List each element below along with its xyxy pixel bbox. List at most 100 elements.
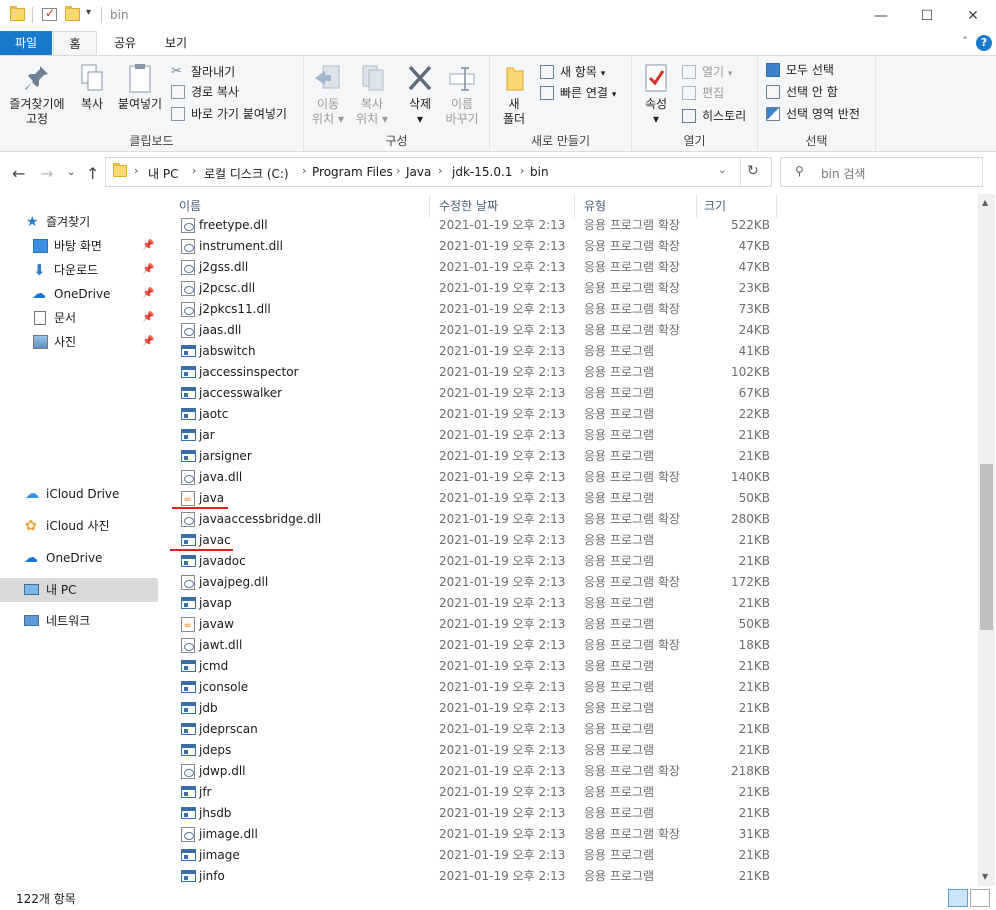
file-row[interactable]: j2gss.dll 2021-01-19 오후 2:13 응용 프로그램 확장 47K… xyxy=(170,257,970,278)
paste-shortcut-button[interactable]: 바로 가기 붙여넣기 xyxy=(171,104,287,124)
file-row[interactable]: jconsole 2021-01-19 오후 2:13 응용 프로그램 21KB xyxy=(170,677,970,698)
nav-onedrive[interactable]: ☁ OneDrive xyxy=(0,546,158,570)
pin-icon[interactable]: 📌 xyxy=(142,330,154,354)
move-to-button[interactable]: 이동 위치 ▾ xyxy=(308,62,348,127)
properties-button[interactable]: 속성 ▾ xyxy=(638,62,674,127)
rename-button[interactable]: 이름 바꾸기 xyxy=(442,62,482,127)
nav-downloads[interactable]: ⬇ 다운로드 📌 xyxy=(0,258,158,282)
file-row[interactable]: java.dll 2021-01-19 오후 2:13 응용 프로그램 확장 140K… xyxy=(170,467,970,488)
breadcrumb-local-disk[interactable]: 로컬 디스크 (C:) xyxy=(204,165,289,182)
close-button[interactable]: ✕ xyxy=(950,0,996,31)
file-row[interactable]: jhsdb 2021-01-19 오후 2:13 응용 프로그램 21KB xyxy=(170,803,970,824)
chevron-right-icon[interactable]: › xyxy=(520,164,524,177)
paste-button[interactable]: 붙여넣기 xyxy=(112,62,168,112)
nav-onedrive-pinned[interactable]: ☁ OneDrive 📌 xyxy=(0,282,158,306)
file-row[interactable]: instrument.dll 2021-01-19 오후 2:13 응용 프로그램 … xyxy=(170,236,970,257)
tab-file[interactable]: 파일 xyxy=(0,31,52,55)
new-item-button[interactable]: 새 항목 ▾ xyxy=(540,62,605,82)
tab-home[interactable]: 홈 xyxy=(53,31,97,56)
file-row[interactable]: javac 2021-01-19 오후 2:13 응용 프로그램 21KB xyxy=(170,530,970,551)
help-button[interactable]: ? xyxy=(976,35,992,51)
file-row[interactable]: jinfo 2021-01-19 오후 2:13 응용 프로그램 21KB xyxy=(170,866,970,886)
invert-selection-button[interactable]: 선택 영역 반전 xyxy=(766,104,860,124)
breadcrumb-this-pc[interactable]: 내 PC xyxy=(148,165,178,182)
forward-arrow-icon[interactable]: → xyxy=(40,164,53,183)
file-row[interactable]: j2pkcs11.dll 2021-01-19 오후 2:13 응용 프로그램 확장… xyxy=(170,299,970,320)
copy-path-button[interactable]: 경로 복사 xyxy=(171,82,239,102)
pin-icon[interactable]: 📌 xyxy=(142,282,154,306)
file-row[interactable]: java 2021-01-19 오후 2:13 응용 프로그램 50KB xyxy=(170,488,970,509)
easy-access-button[interactable]: 빠른 연결 ▾ xyxy=(540,83,616,103)
select-all-button[interactable]: 모두 선택 xyxy=(766,60,834,80)
file-row[interactable]: javaw 2021-01-19 오후 2:13 응용 프로그램 50KB xyxy=(170,614,970,635)
pin-to-quick-access-button[interactable]: 즐겨찾기에 고정 xyxy=(6,62,68,127)
breadcrumb-java[interactable]: Java xyxy=(406,165,431,179)
file-row[interactable]: jar 2021-01-19 오후 2:13 응용 프로그램 21KB xyxy=(170,425,970,446)
file-row[interactable]: javap 2021-01-19 오후 2:13 응용 프로그램 21KB xyxy=(170,593,970,614)
address-dropdown-icon[interactable]: ⌄ xyxy=(718,165,726,176)
refresh-icon[interactable]: ↻ xyxy=(747,163,759,179)
search-box[interactable]: ⚲ bin 검색 xyxy=(780,157,983,187)
file-row[interactable]: jaccesswalker 2021-01-19 오후 2:13 응용 프로그램 67… xyxy=(170,383,970,404)
up-arrow-icon[interactable]: ↑ xyxy=(86,164,99,183)
pin-icon[interactable]: 📌 xyxy=(142,258,154,282)
file-row[interactable]: javajpeg.dll 2021-01-19 오후 2:13 응용 프로그램 확장… xyxy=(170,572,970,593)
large-icons-view-icon[interactable] xyxy=(970,889,990,907)
nav-documents[interactable]: 문서 📌 xyxy=(0,306,158,330)
pin-icon[interactable]: 📌 xyxy=(142,306,154,330)
file-row[interactable]: jabswitch 2021-01-19 오후 2:13 응용 프로그램 41KB xyxy=(170,341,970,362)
properties-qat-icon[interactable] xyxy=(42,6,57,21)
tab-share[interactable]: 공유 xyxy=(103,31,147,55)
tab-view[interactable]: 보기 xyxy=(154,31,198,55)
cut-button[interactable]: ✂ 잘라내기 xyxy=(171,62,235,82)
scroll-thumb[interactable] xyxy=(980,464,993,630)
vertical-scrollbar[interactable]: ▲ ▼ xyxy=(978,194,995,886)
new-folder-button[interactable]: 새 폴더 xyxy=(496,62,532,127)
history-button[interactable]: 히스토리 xyxy=(682,106,746,126)
recent-locations-chevron-icon[interactable]: ⌄ xyxy=(67,167,75,178)
chevron-right-icon[interactable]: › xyxy=(134,164,138,177)
file-row[interactable]: jarsigner 2021-01-19 오후 2:13 응용 프로그램 21KB xyxy=(170,446,970,467)
minimize-button[interactable]: — xyxy=(858,0,904,31)
qat-dropdown-icon[interactable]: ▾ xyxy=(86,7,91,18)
file-row[interactable]: jdeps 2021-01-19 오후 2:13 응용 프로그램 21KB xyxy=(170,740,970,761)
file-row[interactable]: jdb 2021-01-19 오후 2:13 응용 프로그램 21KB xyxy=(170,698,970,719)
delete-button[interactable]: 삭제 ▾ xyxy=(402,62,438,127)
back-arrow-icon[interactable]: ← xyxy=(12,164,25,183)
breadcrumb-jdk[interactable]: jdk-15.0.1 xyxy=(452,165,512,179)
chevron-right-icon[interactable]: › xyxy=(396,164,400,177)
chevron-right-icon[interactable]: › xyxy=(192,164,196,177)
file-row[interactable]: jdwp.dll 2021-01-19 오후 2:13 응용 프로그램 확장 218K… xyxy=(170,761,970,782)
maximize-button[interactable]: ☐ xyxy=(904,0,950,31)
file-row[interactable]: jimage.dll 2021-01-19 오후 2:13 응용 프로그램 확장 31… xyxy=(170,824,970,845)
new-folder-qat-icon[interactable] xyxy=(65,6,80,21)
file-row[interactable]: j2pcsc.dll 2021-01-19 오후 2:13 응용 프로그램 확장 23… xyxy=(170,278,970,299)
nav-pictures[interactable]: 사진 📌 xyxy=(0,330,158,354)
file-row[interactable]: jcmd 2021-01-19 오후 2:13 응용 프로그램 21KB xyxy=(170,656,970,677)
collapse-ribbon-icon[interactable]: ˄ xyxy=(963,35,969,48)
file-row[interactable]: freetype.dll 2021-01-19 오후 2:13 응용 프로그램 확장… xyxy=(170,215,970,236)
file-row[interactable]: javaaccessbridge.dll 2021-01-19 오후 2:13 응용… xyxy=(170,509,970,530)
copy-to-button[interactable]: 복사 위치 ▾ xyxy=(352,62,392,127)
nav-this-pc[interactable]: 내 PC xyxy=(0,578,158,602)
nav-desktop[interactable]: 바탕 화면 📌 xyxy=(0,234,158,258)
open-button[interactable]: 열기 ▾ xyxy=(682,62,732,82)
file-row[interactable]: jaas.dll 2021-01-19 오후 2:13 응용 프로그램 확장 24KB xyxy=(170,320,970,341)
file-row[interactable]: jawt.dll 2021-01-19 오후 2:13 응용 프로그램 확장 18KB xyxy=(170,635,970,656)
nav-icloud-drive[interactable]: ☁ iCloud Drive xyxy=(0,482,158,506)
file-row[interactable]: jaotc 2021-01-19 오후 2:13 응용 프로그램 22KB xyxy=(170,404,970,425)
scroll-down-arrow-icon[interactable]: ▼ xyxy=(982,872,988,881)
pin-icon[interactable]: 📌 xyxy=(142,234,154,258)
chevron-right-icon[interactable]: › xyxy=(438,164,442,177)
breadcrumb-bin[interactable]: bin xyxy=(530,165,549,179)
file-row[interactable]: javadoc 2021-01-19 오후 2:13 응용 프로그램 21KB xyxy=(170,551,970,572)
file-row[interactable]: jdeprscan 2021-01-19 오후 2:13 응용 프로그램 21KB xyxy=(170,719,970,740)
nav-quick-access[interactable]: ★ 즐겨찾기 xyxy=(0,210,158,234)
address-bar[interactable]: › 내 PC › 로컬 디스크 (C:) › Program Files › J… xyxy=(105,157,772,187)
details-view-icon[interactable] xyxy=(948,889,968,907)
chevron-right-icon[interactable]: › xyxy=(302,164,306,177)
file-row[interactable]: jaccessinspector 2021-01-19 오후 2:13 응용 프로그… xyxy=(170,362,970,383)
nav-network[interactable]: 네트워크 xyxy=(0,609,158,633)
breadcrumb-program-files[interactable]: Program Files xyxy=(312,165,393,179)
nav-icloud-photos[interactable]: ✿ iCloud 사진 xyxy=(0,514,158,538)
